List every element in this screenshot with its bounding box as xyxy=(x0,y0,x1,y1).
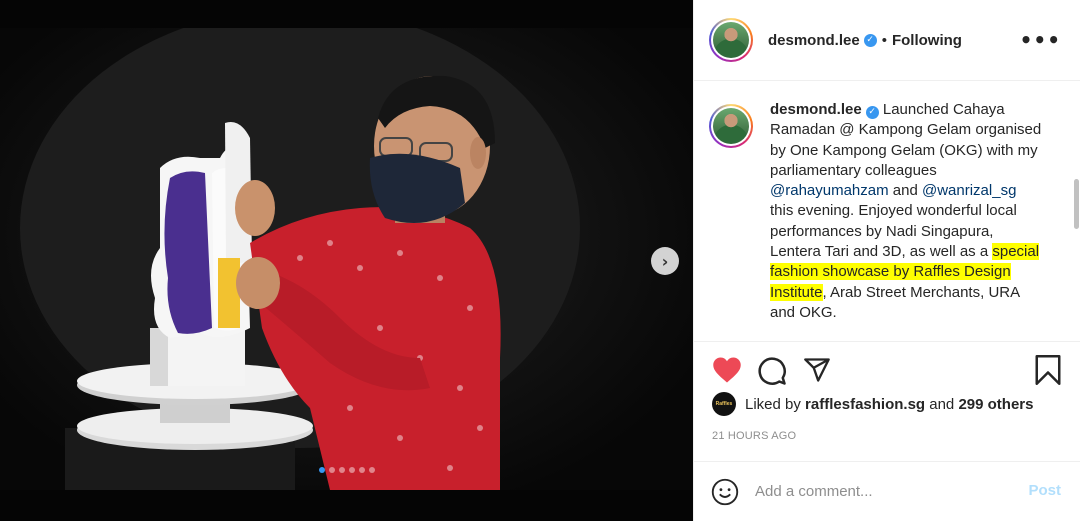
post-details-panel: desmond.lee ✓ • Following ••• desmond.le… xyxy=(693,0,1080,521)
liker-username[interactable]: rafflesfashion.sg xyxy=(805,396,925,413)
post-header: desmond.lee ✓ • Following ••• xyxy=(694,0,1080,81)
post-image xyxy=(0,28,693,490)
carousel-indicator xyxy=(0,467,693,473)
post-photo: › xyxy=(0,0,693,521)
others-link[interactable]: 299 others xyxy=(958,396,1033,413)
likes-summary: Raffles Liked by rafflesfashion.sg and 2… xyxy=(712,392,1034,416)
caption-section: desmond.lee ✓ Launched Cahaya Ramadan @ K… xyxy=(694,81,1080,341)
mention-link[interactable]: @wanrizal_sg xyxy=(922,182,1016,199)
avatar[interactable] xyxy=(709,104,753,148)
verified-check-icon: ✓ xyxy=(863,33,877,47)
scrollbar[interactable] xyxy=(1074,179,1079,229)
share-icon[interactable] xyxy=(802,356,832,384)
carousel-dot xyxy=(358,467,365,473)
comment-input[interactable] xyxy=(755,483,1005,500)
carousel-dot xyxy=(338,467,345,473)
post-timestamp[interactable]: 21 HOURS AGO xyxy=(712,430,796,442)
emoji-icon[interactable] xyxy=(711,478,739,506)
avatar[interactable] xyxy=(709,18,753,62)
carousel-dot xyxy=(318,467,325,473)
carousel-dot xyxy=(368,467,375,473)
liker-avatar[interactable]: Raffles xyxy=(712,392,736,416)
post-username[interactable]: desmond.lee xyxy=(768,32,860,49)
comment-icon[interactable] xyxy=(757,356,787,386)
more-horizontal-icon[interactable]: ••• xyxy=(1020,28,1061,52)
carousel-dot xyxy=(348,467,355,473)
comment-box: Post xyxy=(694,461,1080,521)
caption-text: this evening. Enjoyed wonderful local pe… xyxy=(770,202,1017,261)
post-caption: desmond.lee ✓ Launched Cahaya Ramadan @ K… xyxy=(770,100,1042,341)
heart-filled-icon[interactable] xyxy=(712,356,742,384)
caption-text: and xyxy=(888,182,922,200)
carousel-dot xyxy=(328,467,335,473)
likes-text: Liked by rafflesfashion.sg and 299 other… xyxy=(745,395,1034,413)
chevron-right-icon: › xyxy=(661,251,669,271)
following-button[interactable]: Following xyxy=(892,32,962,49)
mention-link[interactable]: @rahayumahzam xyxy=(770,182,889,199)
verified-check-icon: ✓ xyxy=(865,106,879,119)
bookmark-icon[interactable] xyxy=(1034,355,1062,385)
separator: • xyxy=(881,31,887,49)
post-comment-button[interactable]: Post xyxy=(1028,482,1061,499)
carousel-next-button[interactable]: › xyxy=(651,247,679,275)
photo-illustration xyxy=(20,28,580,490)
caption-username[interactable]: desmond.lee xyxy=(770,101,862,118)
